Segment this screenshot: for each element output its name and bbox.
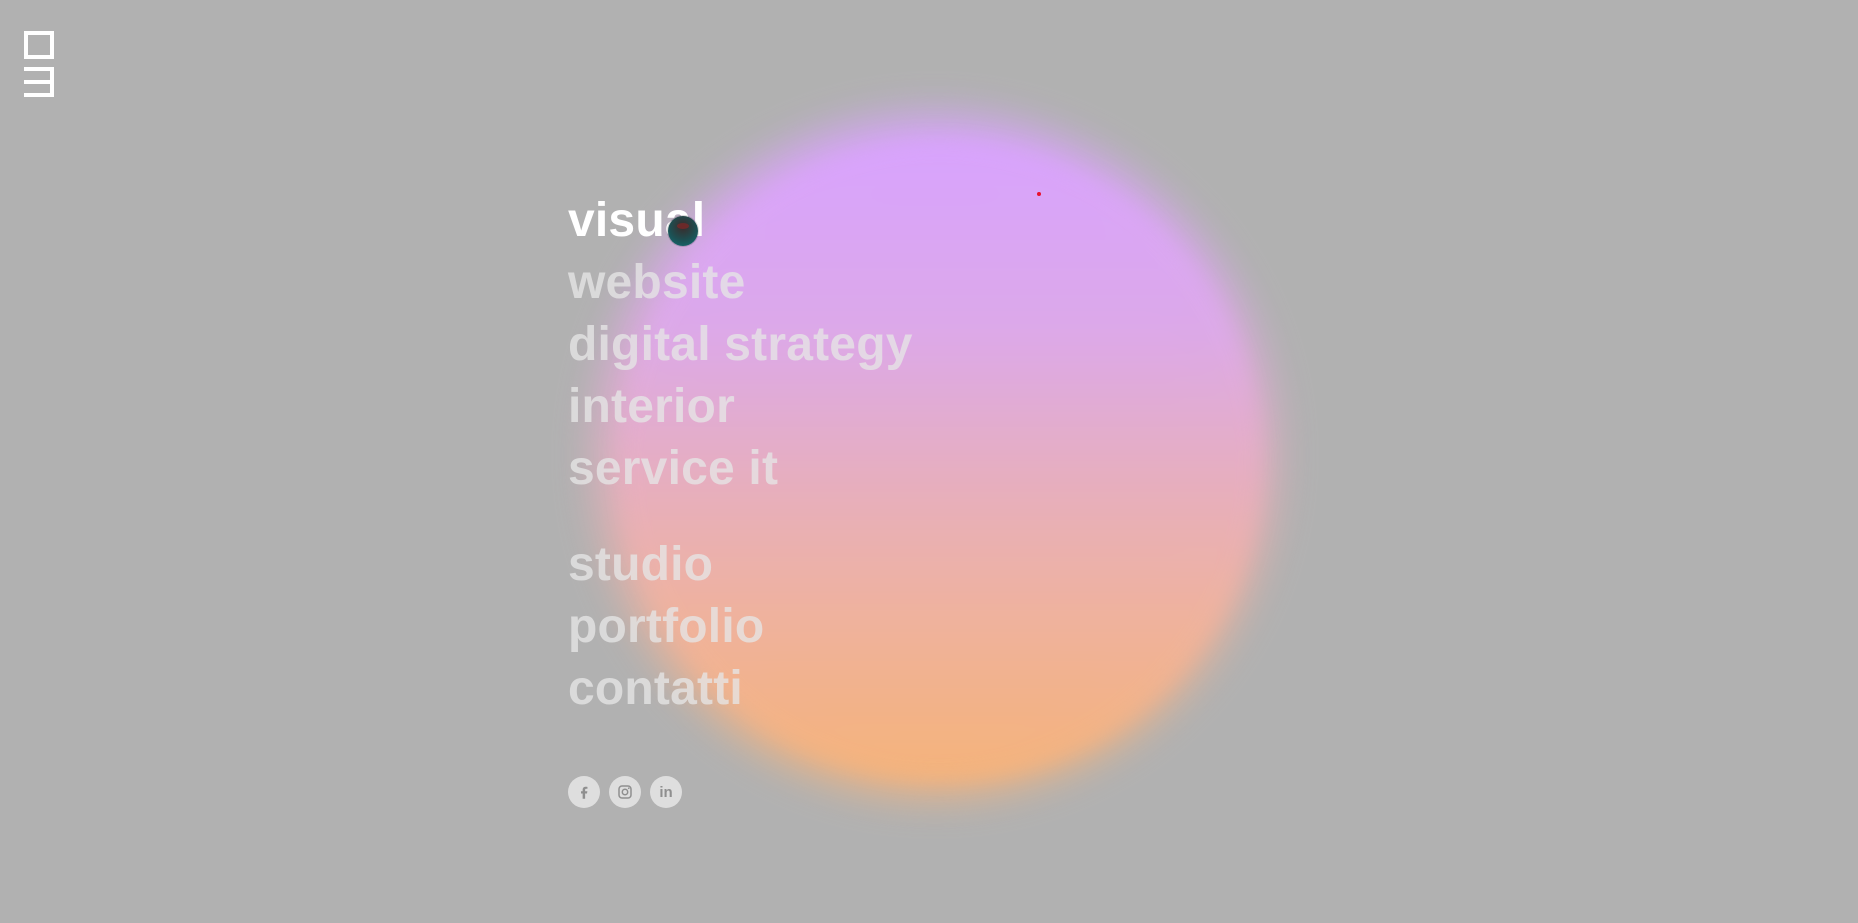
nav-item-service-it[interactable]: service it xyxy=(568,438,913,500)
pointer-dot xyxy=(1037,192,1041,196)
social-links: in xyxy=(568,776,682,808)
nav-item-studio[interactable]: studio xyxy=(568,534,913,596)
nav-item-website[interactable]: website xyxy=(568,252,913,314)
nav-item-digital-strategy[interactable]: digital strategy xyxy=(568,314,913,376)
nav-item-portfolio[interactable]: portfolio xyxy=(568,596,913,658)
linkedin-button[interactable]: in xyxy=(650,776,682,808)
page-stage: visual website digital strategy interior… xyxy=(0,0,1858,923)
brand-logo-icon[interactable] xyxy=(24,31,54,107)
cursor-highlight xyxy=(677,223,689,229)
instagram-button[interactable] xyxy=(609,776,641,808)
brand-mark-icon xyxy=(24,31,54,97)
nav-item-interior[interactable]: interior xyxy=(568,376,913,438)
facebook-icon xyxy=(581,786,588,799)
linkedin-icon: in xyxy=(659,783,673,801)
nav-item-contatti[interactable]: contatti xyxy=(568,658,913,720)
custom-cursor-dot xyxy=(668,216,698,246)
facebook-button[interactable] xyxy=(568,776,600,808)
main-navigation: visual website digital strategy interior… xyxy=(568,190,913,720)
instagram-icon xyxy=(618,785,632,799)
nav-item-visual[interactable]: visual xyxy=(568,190,913,252)
